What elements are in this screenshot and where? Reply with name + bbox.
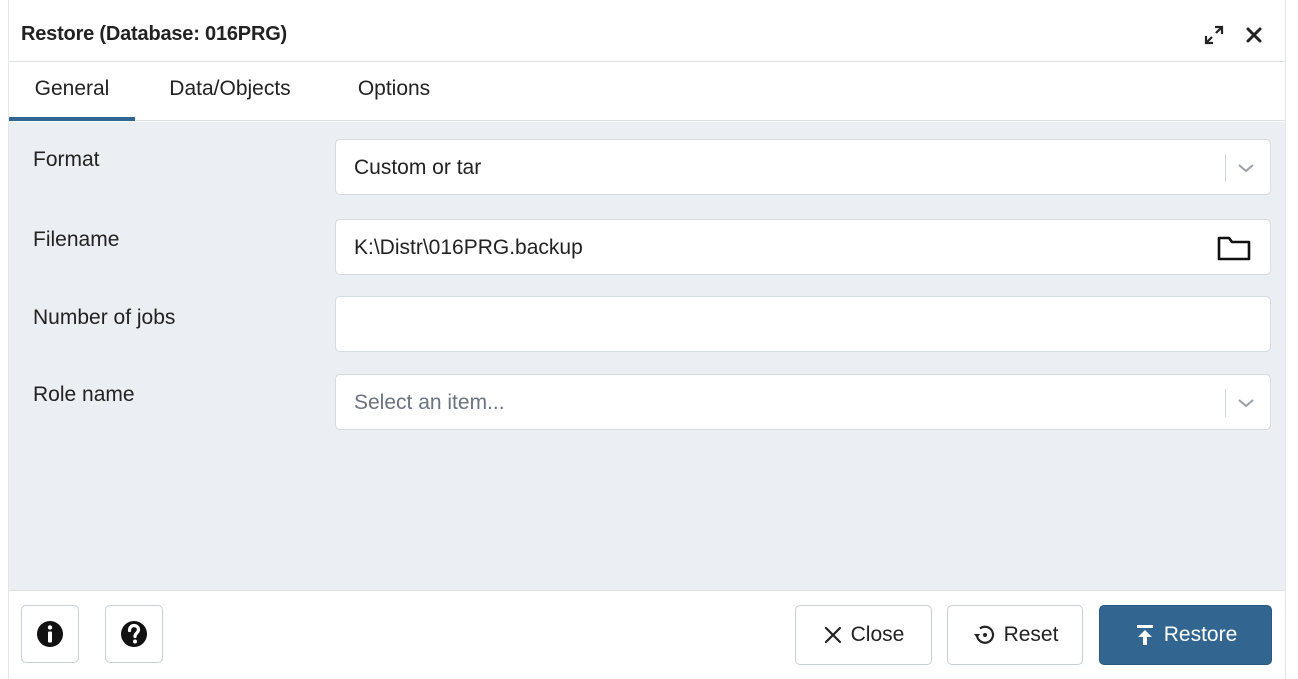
browse-file-button[interactable]: [1214, 230, 1254, 266]
format-select[interactable]: Custom or tar: [335, 139, 1271, 195]
restore-button-label: Restore: [1163, 623, 1238, 646]
jobs-input[interactable]: [335, 296, 1271, 352]
filename-value: K:\Distr\016PRG.backup: [354, 236, 583, 259]
help-button[interactable]: [105, 605, 163, 663]
filename-field[interactable]: K:\Distr\016PRG.backup: [335, 219, 1271, 275]
select-divider: [1225, 154, 1226, 182]
close-icon: [824, 626, 841, 644]
tab-bar: General Data/Objects Options: [9, 63, 1285, 121]
dialog-footer: Close Reset Restore: [9, 590, 1285, 679]
dialog-titlebar: Restore (Database: 016PRG): [9, 10, 1285, 62]
jobs-label: Number of jobs: [33, 306, 176, 329]
restore-dialog: Restore (Database: 016PRG) General Data/…: [8, 0, 1286, 679]
dialog-title: Restore (Database: 016PRG): [21, 23, 288, 45]
role-select[interactable]: Select an item...: [335, 374, 1271, 430]
close-dialog-button[interactable]: [1239, 20, 1269, 50]
format-value: Custom or tar: [354, 156, 482, 179]
info-button[interactable]: [21, 605, 79, 663]
help-icon: [121, 621, 147, 647]
role-placeholder: Select an item...: [354, 391, 505, 414]
expand-button[interactable]: [1199, 20, 1229, 50]
form-panel: Format Custom or tar Filename K:\Distr\0…: [9, 122, 1285, 590]
tab-data-objects[interactable]: Data/Objects: [145, 63, 315, 121]
format-label: Format: [33, 148, 100, 171]
expand-icon: [1204, 25, 1224, 45]
reset-button[interactable]: Reset: [947, 605, 1083, 665]
upload-icon: [1136, 625, 1153, 645]
select-divider: [1225, 389, 1226, 417]
info-icon: [37, 621, 63, 647]
close-icon: [1246, 27, 1262, 43]
reset-icon: [973, 625, 994, 644]
folder-icon: [1217, 236, 1251, 261]
close-button[interactable]: Close: [795, 605, 932, 665]
chevron-down-icon[interactable]: [1232, 389, 1260, 417]
restore-button[interactable]: Restore: [1099, 605, 1272, 665]
tab-general[interactable]: General: [9, 63, 135, 121]
role-label: Role name: [33, 383, 135, 406]
tab-options[interactable]: Options: [339, 63, 449, 121]
close-button-label: Close: [850, 623, 905, 646]
reset-button-label: Reset: [1003, 623, 1059, 646]
chevron-down-icon[interactable]: [1232, 154, 1260, 182]
filename-label: Filename: [33, 228, 120, 251]
